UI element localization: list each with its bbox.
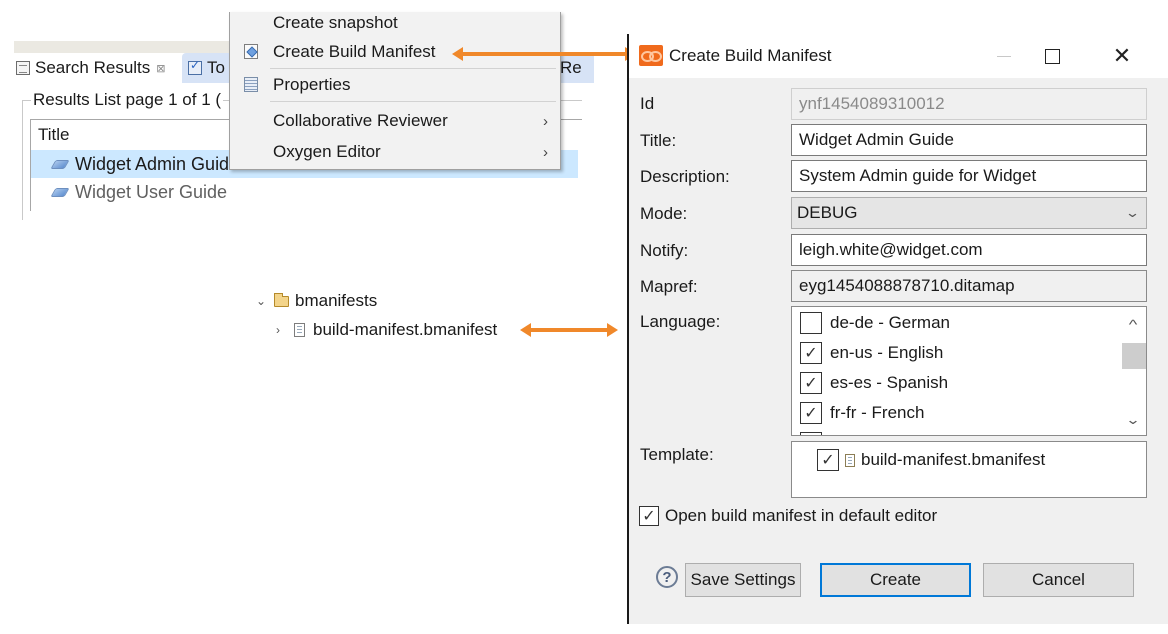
help-icon[interactable]: ? (656, 566, 678, 588)
menu-item-label: Create Build Manifest (273, 42, 436, 61)
tab-search-results[interactable]: Search Results ⊠ (14, 53, 182, 83)
book-icon (50, 187, 70, 197)
id-field: ynf1454089310012 (791, 88, 1147, 120)
cancel-button[interactable]: Cancel (983, 563, 1134, 597)
result-row[interactable]: Widget User Guide (31, 178, 578, 206)
menu-item-label: Properties (273, 75, 351, 94)
save-settings-button[interactable]: Save Settings (685, 563, 801, 597)
language-label-text: en-us - English (830, 343, 944, 362)
title-input[interactable]: Widget Admin Guide (791, 124, 1147, 156)
tree-item-bmanifests[interactable]: ⌄ bmanifests (256, 289, 377, 313)
open-folder-icon (274, 292, 289, 307)
search-results-icon (16, 61, 30, 75)
notify-input[interactable]: leigh.white@widget.com (791, 234, 1147, 266)
language-option-fr-fr[interactable]: ✓ fr-fr - French (800, 400, 924, 426)
close-tab-icon[interactable]: ⊠ (156, 62, 165, 75)
submenu-arrow-icon: › (543, 143, 548, 161)
mapref-label: Mapref: (640, 277, 698, 296)
context-menu: Create snapshot Create Build Manifest Pr… (229, 12, 561, 170)
task-list-icon (188, 58, 202, 75)
template-label: Template: (640, 445, 714, 464)
checkbox-checked[interactable]: ✓ (817, 449, 839, 471)
close-icon: ✕ (1112, 43, 1132, 68)
checkbox-checked[interactable]: ✓ (800, 402, 822, 424)
scroll-thumb[interactable] (1122, 343, 1146, 369)
description-label: Description: (640, 167, 730, 186)
checkbox-checked[interactable]: ✓ (639, 506, 659, 526)
language-option-es-es[interactable]: ✓ es-es - Spanish (800, 370, 948, 396)
tab-label: Search Results (35, 58, 151, 77)
menu-item-collaborative-reviewer[interactable]: Collaborative Reviewer › (230, 106, 560, 136)
tree-item-build-manifest[interactable]: › build-manifest.bmanifest (276, 318, 497, 342)
menu-item-label: Oxygen Editor (273, 142, 381, 161)
results-list-legend: Results List page 1 of 1 ( (31, 90, 224, 110)
tab-label: To (207, 58, 225, 77)
result-title: Widget User Guide (75, 181, 228, 202)
menu-separator (270, 101, 556, 102)
chevron-down-icon: ⌄ (1124, 205, 1141, 220)
title-label: Title: (640, 131, 677, 150)
maximize-button[interactable] (1029, 34, 1075, 78)
scroll-up-icon[interactable]: ^ (1115, 311, 1146, 337)
annotation-arrow-file-to-dialog (520, 323, 618, 337)
submenu-arrow-icon: › (543, 112, 548, 130)
column-header-title[interactable]: Title (38, 125, 70, 145)
language-option-partial (800, 430, 830, 435)
language-option-de-de[interactable]: de-de - German (800, 310, 950, 336)
language-label-text: fr-fr - French (830, 403, 925, 422)
build-manifest-icon (244, 44, 258, 59)
language-list: de-de - German ✓ en-us - English ✓ es-es… (791, 306, 1147, 436)
tab-re[interactable]: Re (560, 53, 594, 83)
mapref-field: eyg1454088878710.ditamap (791, 270, 1147, 302)
minimize-button[interactable] (981, 34, 1027, 78)
menu-item-create-snapshot[interactable]: Create snapshot (230, 8, 560, 38)
create-button[interactable]: Create (820, 563, 971, 597)
menu-separator (270, 68, 556, 69)
file-icon (294, 323, 305, 337)
menu-item-label: Collaborative Reviewer (273, 111, 448, 130)
minimize-icon (997, 55, 1011, 57)
menu-item-oxygen-editor[interactable]: Oxygen Editor › (230, 137, 560, 167)
book-icon (50, 159, 70, 169)
id-label: Id (640, 94, 655, 113)
language-label: Language: (640, 312, 721, 331)
tree-item-label: bmanifests (295, 291, 378, 310)
language-label-text: es-es - Spanish (830, 373, 949, 392)
mode-value: DEBUG (797, 203, 858, 222)
view-toolbar-background (14, 41, 230, 53)
result-title: Widget Admin Guide (75, 153, 240, 174)
open-in-editor-label: Open build manifest in default editor (665, 506, 938, 525)
scroll-down-icon[interactable]: ⌄ (1115, 407, 1146, 433)
menu-item-label: Create snapshot (273, 13, 398, 32)
collapse-chevron-icon[interactable]: › (276, 323, 290, 337)
template-tree: ✓ build-manifest.bmanifest (791, 441, 1147, 498)
template-item[interactable]: ✓ build-manifest.bmanifest (817, 447, 1045, 473)
dialog-title: Create Build Manifest (669, 46, 832, 65)
create-build-manifest-dialog: Create Build Manifest ✕ Id ynf1454089310… (629, 34, 1168, 624)
tab-label: Re (560, 58, 582, 77)
checkbox-unchecked[interactable] (800, 312, 822, 334)
checkbox-checked[interactable]: ✓ (800, 372, 822, 394)
file-icon (845, 453, 855, 467)
annotation-arrow-menu-to-dialog (452, 47, 636, 61)
template-item-label: build-manifest.bmanifest (861, 450, 1046, 469)
notify-label: Notify: (640, 241, 689, 260)
mode-label: Mode: (640, 204, 688, 223)
language-label-text: de-de - German (830, 313, 950, 332)
dialog-title-bar[interactable]: Create Build Manifest ✕ (629, 34, 1168, 78)
mode-select[interactable]: DEBUG ⌄ (791, 197, 1147, 229)
open-in-editor-checkbox[interactable]: ✓ Open build manifest in default editor (639, 506, 937, 526)
close-button[interactable]: ✕ (1099, 34, 1145, 78)
tree-item-label: build-manifest.bmanifest (313, 320, 498, 339)
expand-chevron-icon[interactable]: ⌄ (256, 294, 270, 308)
app-logo-icon (639, 45, 663, 66)
maximize-icon (1044, 48, 1060, 64)
properties-icon (244, 77, 258, 92)
language-option-en-us[interactable]: ✓ en-us - English (800, 340, 943, 366)
checkbox-checked[interactable]: ✓ (800, 342, 822, 364)
checkbox-partial (800, 432, 822, 435)
menu-item-properties[interactable]: Properties (230, 70, 560, 100)
description-input[interactable]: System Admin guide for Widget (791, 160, 1147, 192)
language-scrollbar[interactable]: ^ ⌄ (1120, 307, 1146, 435)
